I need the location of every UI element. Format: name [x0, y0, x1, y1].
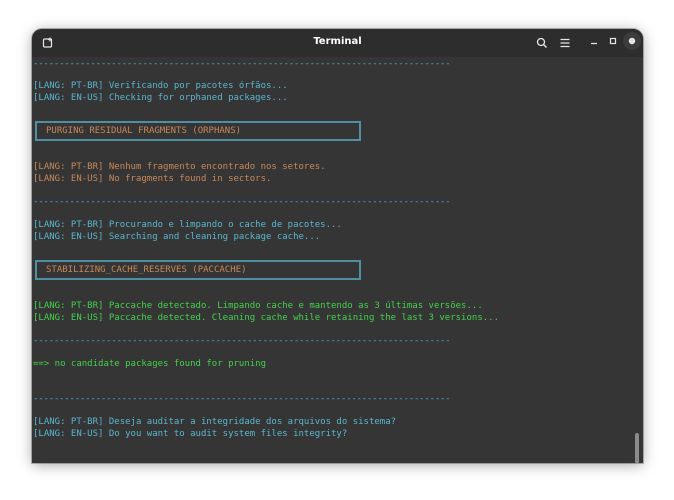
window-title: Terminal [313, 36, 362, 47]
section-header-box: STABILIZING_CACHE_RESERVES (PACCACHE) [35, 260, 361, 280]
output-line: [LANG: EN-US] Do you want to audit syste… [33, 429, 348, 439]
output-line: [LANG: EN-US] Paccache detected. Cleanin… [33, 313, 499, 323]
title-bar: Terminal [32, 29, 643, 57]
hamburger-menu-icon[interactable] [557, 35, 573, 51]
close-icon [628, 37, 636, 45]
output-line: [LANG: PT-BR] Verificando por pacotes ór… [33, 81, 288, 91]
terminal-window: Terminal -------------------------------… [32, 29, 643, 463]
terminal-output[interactable]: ----------------------------------------… [32, 57, 643, 463]
output-line: [LANG: PT-BR] Deseja auditar a integrida… [33, 417, 397, 427]
output-line: ==> no candidate packages found for prun… [33, 359, 266, 369]
separator-line: ----------------------------------------… [33, 59, 451, 69]
maximize-icon [609, 37, 617, 45]
output-line: [LANG: PT-BR] Paccache detectado. Limpan… [33, 301, 483, 311]
search-icon[interactable] [534, 35, 550, 51]
minimize-icon [591, 42, 597, 45]
output-line: [LANG: PT-BR] Procurando e limpando o ca… [33, 220, 342, 230]
section-header-box: PURGING RESIDUAL FRAGMENTS (ORPHANS) [35, 121, 361, 141]
output-line: [LANG: EN-US] Checking for orphaned pack… [33, 93, 288, 103]
output-line: [LANG: EN-US] Searching and cleaning pac… [33, 232, 321, 242]
maximize-button[interactable] [604, 32, 622, 50]
minimize-button[interactable] [585, 32, 603, 50]
separator-line: ----------------------------------------… [33, 197, 451, 207]
separator-line: ----------------------------------------… [33, 394, 451, 404]
output-line: [LANG: PT-BR] Nenhum fragmento encontrad… [33, 162, 326, 172]
close-button[interactable] [623, 32, 641, 50]
scrollbar-thumb[interactable] [635, 433, 639, 463]
output-line: [LANG: EN-US] No fragments found in sect… [33, 174, 272, 184]
separator-line: ----------------------------------------… [33, 336, 451, 346]
